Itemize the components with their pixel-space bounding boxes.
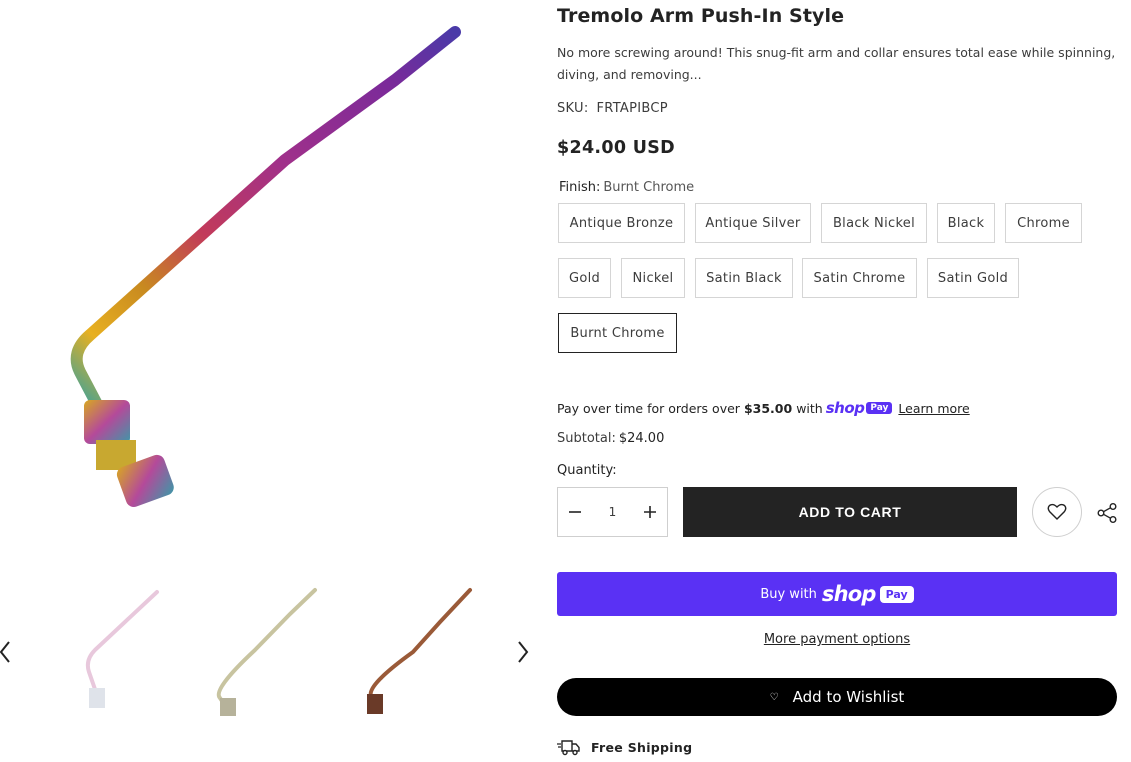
sku-value: FRTAPIBCP xyxy=(596,101,668,116)
product-price: $24.00 USD xyxy=(557,138,675,158)
sku-row: SKU: FRTAPIBCP xyxy=(557,101,668,116)
wishlist-button[interactable] xyxy=(1032,487,1082,537)
thumbnail-3[interactable] xyxy=(345,580,495,720)
finish-option-antique-bronze[interactable]: Antique Bronze xyxy=(558,203,685,243)
thumbnail-1[interactable] xyxy=(35,580,185,720)
thumbnail-1-image xyxy=(85,590,159,708)
subtotal-label: Subtotal: xyxy=(557,431,616,446)
thumbnail-2[interactable] xyxy=(190,580,340,720)
free-shipping-row: Free Shipping xyxy=(557,738,692,756)
finish-option-antique-silver[interactable]: Antique Silver xyxy=(695,203,811,243)
finish-option-nickel[interactable]: Nickel xyxy=(621,258,685,298)
finish-selected-value: Burnt Chrome xyxy=(603,180,695,195)
increase-quantity-button[interactable] xyxy=(633,488,667,536)
small-heart-icon: ♡ xyxy=(769,691,779,703)
sku-label: SKU: xyxy=(557,101,589,116)
installments-prefix: Pay over time for orders over xyxy=(557,400,740,416)
shop-pay-logo: shop Pay xyxy=(826,399,893,417)
finish-option-gold[interactable]: Gold xyxy=(558,258,611,298)
quantity-input[interactable] xyxy=(592,505,633,519)
quantity-stepper xyxy=(557,487,668,537)
thumbnail-strip xyxy=(0,572,540,732)
product-description: No more screwing around! This snug-fit a… xyxy=(557,45,1116,82)
heart-icon xyxy=(1047,503,1067,520)
tremolo-arm-image xyxy=(70,26,461,507)
subtotal-row: Subtotal: $24.00 xyxy=(557,431,664,446)
plus-icon xyxy=(644,506,656,518)
finish-label: Finish: xyxy=(559,180,601,195)
finish-option-black[interactable]: Black xyxy=(937,203,995,243)
decrease-quantity-button[interactable] xyxy=(558,488,592,536)
finish-option-satin-chrome[interactable]: Satin Chrome xyxy=(802,258,917,298)
next-arrow-icon[interactable] xyxy=(512,638,532,666)
installments-row: Pay over time for orders over $35.00 wit… xyxy=(557,399,970,417)
finish-option-chrome[interactable]: Chrome xyxy=(1005,203,1082,243)
finish-option-satin-black[interactable]: Satin Black xyxy=(695,258,793,298)
free-shipping-label: Free Shipping xyxy=(591,739,693,755)
more-payment-options-link[interactable]: More payment options xyxy=(557,632,1117,647)
add-to-wishlist-button[interactable]: ♡ Add to Wishlist xyxy=(557,678,1117,716)
pay-word: Pay xyxy=(866,402,893,414)
shop-word: shop xyxy=(825,399,865,417)
installments-with: with xyxy=(796,400,823,416)
truck-icon xyxy=(557,740,580,756)
learn-more-link[interactable]: Learn more xyxy=(898,401,969,416)
shop-pay-shop-word: shop xyxy=(821,582,877,606)
product-title: Tremolo Arm Push-In Style xyxy=(557,5,845,27)
share-icon[interactable] xyxy=(1096,502,1118,524)
add-to-cart-button[interactable]: ADD TO CART xyxy=(683,487,1017,537)
finish-option-satin-gold[interactable]: Satin Gold xyxy=(927,258,1019,298)
finish-label-row: Finish: Burnt Chrome xyxy=(559,180,694,195)
shop-pay-pay-word: Pay xyxy=(879,585,914,603)
buy-with-shop-pay-button[interactable]: Buy with shop Pay xyxy=(557,572,1117,616)
add-to-wishlist-label: Add to Wishlist xyxy=(792,688,905,706)
prev-arrow-icon[interactable] xyxy=(0,638,16,666)
minus-icon xyxy=(569,511,581,513)
thumbnail-2-image xyxy=(216,588,317,716)
finish-option-black-nickel[interactable]: Black Nickel xyxy=(821,203,927,243)
buy-with-label: Buy with xyxy=(760,586,817,602)
installments-amount: $35.00 xyxy=(743,400,793,416)
subtotal-value: $24.00 xyxy=(618,431,665,446)
quantity-label: Quantity: xyxy=(557,463,617,478)
finish-option-burnt-chrome[interactable]: Burnt Chrome xyxy=(558,313,677,353)
thumbnail-3-image xyxy=(367,588,472,714)
main-product-image[interactable] xyxy=(0,0,530,540)
